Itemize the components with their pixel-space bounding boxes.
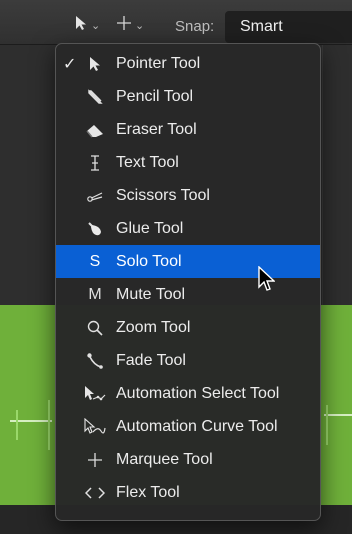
- waveform-spike: [48, 400, 50, 450]
- menu-item-label: Fade Tool: [116, 351, 186, 369]
- glue-icon: [83, 217, 107, 241]
- toolbar: ⌄ ⌄ Snap: Smart: [0, 0, 352, 45]
- automation-line: [324, 414, 352, 416]
- waveform-spike: [326, 405, 328, 445]
- menu-item-fade-tool[interactable]: Fade Tool: [56, 344, 320, 377]
- zoom-icon: [83, 316, 107, 340]
- waveform-spike: [16, 410, 18, 440]
- menu-item-label: Pointer Tool: [116, 54, 201, 72]
- menu-item-label: Zoom Tool: [116, 318, 191, 336]
- chevron-down-icon: ⌄: [91, 19, 101, 32]
- marquee-icon: [83, 448, 107, 472]
- scissors-icon: [83, 184, 107, 208]
- menu-item-label: Flex Tool: [116, 483, 180, 501]
- flex-icon: [83, 481, 107, 505]
- tool-menu: ✓ Pointer Tool Pencil Tool Eraser Tool T…: [55, 43, 321, 521]
- marquee-crosshair-icon: [116, 15, 132, 36]
- text-cursor-icon: [83, 151, 107, 175]
- pointer-icon: [83, 52, 107, 76]
- divider: [322, 45, 323, 305]
- menu-item-automation-select-tool[interactable]: Automation Select Tool: [56, 377, 320, 410]
- eraser-icon: [83, 118, 107, 142]
- menu-item-eraser-tool[interactable]: Eraser Tool: [56, 113, 320, 146]
- menu-item-pointer-tool[interactable]: ✓ Pointer Tool: [56, 47, 320, 80]
- snap-label: Snap:: [175, 18, 215, 35]
- chevron-down-icon: ⌄: [135, 19, 145, 32]
- menu-item-label: Automation Curve Tool: [116, 417, 278, 435]
- mouse-cursor-icon: [257, 265, 276, 297]
- menu-item-label: Glue Tool: [116, 219, 184, 237]
- snap-dropdown[interactable]: Smart: [225, 11, 352, 43]
- menu-item-label: Scissors Tool: [116, 186, 210, 204]
- menu-item-automation-curve-tool[interactable]: Automation Curve Tool: [56, 410, 320, 443]
- pointer-icon: [74, 15, 88, 36]
- automation-select-icon: [83, 382, 107, 406]
- menu-item-label: Mute Tool: [116, 285, 186, 303]
- menu-item-zoom-tool[interactable]: Zoom Tool: [56, 311, 320, 344]
- menu-item-flex-tool[interactable]: Flex Tool: [56, 476, 320, 509]
- menu-item-marquee-tool[interactable]: Marquee Tool: [56, 443, 320, 476]
- menu-item-label: Marquee Tool: [116, 450, 213, 468]
- solo-icon: S: [89, 252, 101, 270]
- left-click-tool-picker[interactable]: ⌄: [74, 15, 100, 35]
- menu-item-glue-tool[interactable]: Glue Tool: [56, 212, 320, 245]
- command-click-tool-picker[interactable]: ⌄: [116, 15, 144, 35]
- menu-item-label: Eraser Tool: [116, 120, 197, 138]
- menu-item-label: Solo Tool: [116, 252, 182, 270]
- pencil-icon: [83, 85, 107, 109]
- menu-item-solo-tool[interactable]: S Solo Tool: [56, 245, 320, 278]
- menu-item-label: Automation Select Tool: [116, 384, 280, 402]
- menu-item-pencil-tool[interactable]: Pencil Tool: [56, 80, 320, 113]
- menu-item-scissors-tool[interactable]: Scissors Tool: [56, 179, 320, 212]
- automation-curve-icon: [83, 415, 107, 439]
- checkmark-icon: ✓: [63, 55, 77, 73]
- mute-icon: M: [88, 285, 102, 303]
- menu-item-label: Text Tool: [116, 153, 179, 171]
- menu-item-text-tool[interactable]: Text Tool: [56, 146, 320, 179]
- fade-icon: [83, 349, 107, 373]
- menu-item-mute-tool[interactable]: M Mute Tool: [56, 278, 320, 311]
- menu-item-label: Pencil Tool: [116, 87, 194, 105]
